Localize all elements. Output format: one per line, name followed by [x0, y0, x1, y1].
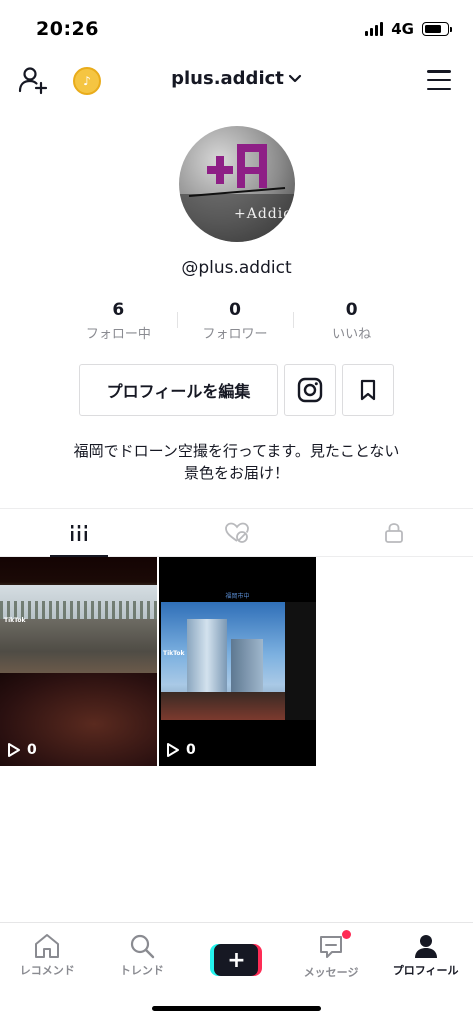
- status-bar: 20:26 4G: [0, 0, 473, 58]
- account-switcher[interactable]: plus.addict: [171, 68, 302, 89]
- instagram-icon: [297, 377, 323, 403]
- notification-dot: [341, 930, 351, 939]
- tiktok-watermark: TikTok: [4, 617, 26, 624]
- play-icon: [8, 743, 20, 757]
- menu-icon[interactable]: [427, 70, 451, 90]
- video-thumbnail[interactable]: TikTok 0: [0, 557, 157, 766]
- nav-label: プロフィール: [392, 964, 459, 977]
- chevron-down-icon: [288, 74, 301, 82]
- followers-label: フォロワー: [202, 327, 268, 342]
- home-icon: [35, 934, 60, 958]
- nav-inbox[interactable]: メッセージ: [284, 923, 379, 988]
- status-time: 20:26: [36, 18, 99, 40]
- likes-stat[interactable]: 0 いいね: [293, 300, 410, 344]
- instagram-button[interactable]: [284, 364, 336, 416]
- avatar[interactable]: +Addict: [179, 126, 295, 242]
- video-grid: TikTok 0 福岡市中 TikTok 0: [0, 557, 316, 766]
- profile-header: ♪ plus.addict: [0, 58, 473, 104]
- content-tabs: [0, 508, 473, 557]
- nav-label: メッセージ: [303, 966, 359, 979]
- video-caption: 福岡市中: [225, 593, 250, 600]
- tab-videos[interactable]: [0, 509, 158, 556]
- profile-stats: 6 フォロー中 0 フォロワー 0 いいね: [60, 300, 410, 344]
- tiktok-watermark: TikTok: [163, 650, 185, 657]
- view-count: 0: [7, 742, 37, 758]
- nav-label: トレンド: [119, 964, 164, 977]
- bio-line: 景色をお届け！: [183, 464, 289, 482]
- followers-stat[interactable]: 0 フォロワー: [176, 300, 294, 344]
- nav-home[interactable]: レコメンド: [0, 923, 95, 988]
- network-type: 4G: [391, 20, 414, 38]
- likes-count: 0: [345, 300, 358, 320]
- home-indicator: [152, 1006, 321, 1011]
- search-icon: [130, 934, 155, 959]
- status-indicators: 4G: [365, 20, 452, 38]
- svg-text:+Addict: +Addict: [234, 206, 295, 222]
- following-stat[interactable]: 6 フォロー中: [60, 300, 177, 344]
- nav-profile[interactable]: プロフィール: [378, 923, 473, 988]
- nav-label: レコメンド: [19, 964, 75, 977]
- tab-liked[interactable]: [158, 509, 316, 556]
- profile-actions: プロフィールを編集: [79, 364, 394, 416]
- hidden-heart-icon: [224, 522, 249, 543]
- battery-icon: [422, 22, 452, 36]
- message-icon: [320, 936, 343, 958]
- likes-label: いいね: [332, 327, 372, 342]
- play-icon: [167, 743, 179, 757]
- bookmark-icon: [360, 379, 376, 401]
- tab-private[interactable]: [315, 509, 473, 556]
- nav-discover[interactable]: トレンド: [95, 923, 190, 988]
- profile-icon: [414, 935, 437, 958]
- grid-icon: [70, 524, 87, 541]
- following-count: 6: [112, 300, 125, 320]
- user-handle: @plus.addict: [181, 258, 292, 278]
- view-count-value: 0: [186, 742, 196, 758]
- favorites-button[interactable]: [342, 364, 394, 416]
- bio: 福岡でドローン空撮を行ってます。見たことない 景色をお届け！: [0, 440, 473, 484]
- bio-line: 福岡でドローン空撮を行ってます。見たことない: [73, 442, 400, 460]
- signal-icon: [365, 22, 384, 36]
- create-plus-icon: +: [210, 944, 263, 976]
- following-label: フォロー中: [85, 327, 151, 342]
- username: plus.addict: [171, 68, 284, 89]
- edit-profile-button[interactable]: プロフィールを編集: [79, 364, 278, 416]
- video-thumbnail[interactable]: 福岡市中 TikTok 0: [159, 557, 316, 766]
- view-count-value: 0: [27, 742, 37, 758]
- view-count: 0: [166, 742, 196, 758]
- lock-icon: [385, 522, 404, 543]
- followers-count: 0: [229, 300, 241, 320]
- nav-create[interactable]: +: [189, 923, 284, 988]
- bottom-nav: レコメンド トレンド + メッセージ プロフィール: [0, 922, 473, 988]
